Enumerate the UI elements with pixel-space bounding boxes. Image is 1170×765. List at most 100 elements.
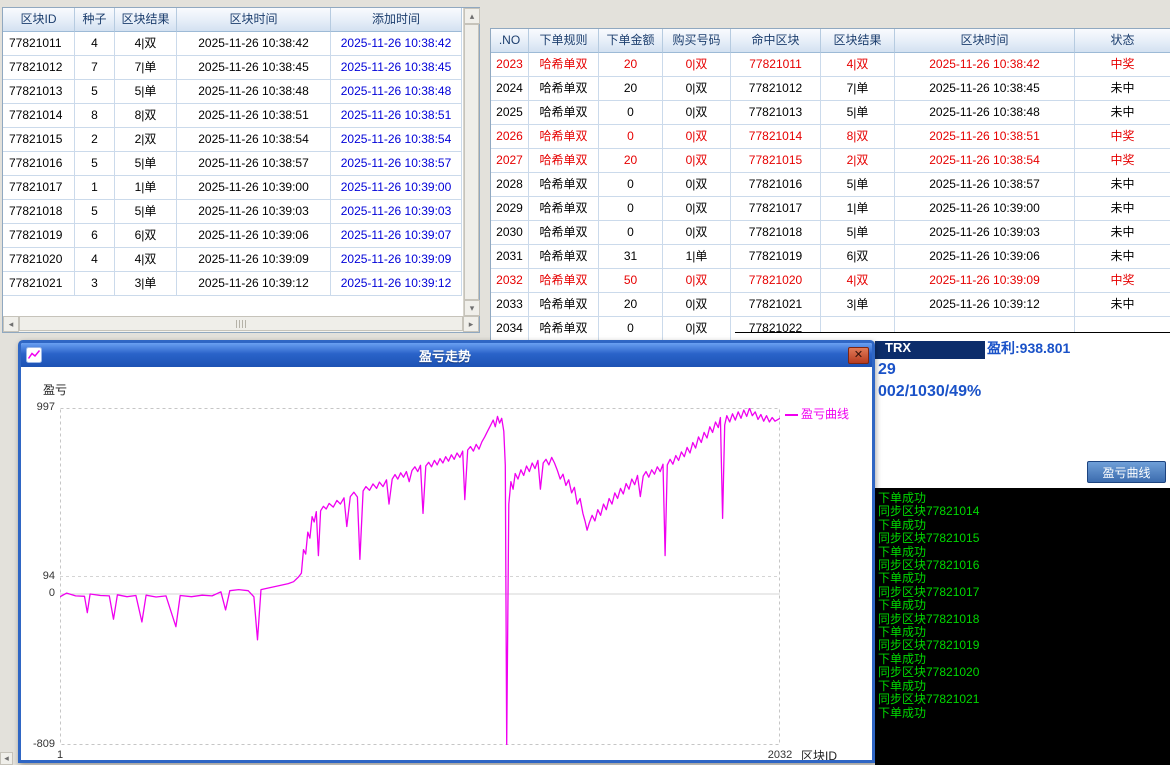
column-header[interactable]: 命中区块 bbox=[731, 29, 821, 53]
close-button[interactable]: ✕ bbox=[848, 347, 869, 364]
log-console: 下单成功同步区块77821014下单成功同步区块77821015下单成功同步区块… bbox=[875, 488, 1170, 765]
table-row[interactable]: 7782101277|单2025-11-26 10:38:452025-11-2… bbox=[3, 56, 463, 80]
table-cell: 2025-11-26 10:38:45 bbox=[177, 56, 331, 80]
table-row[interactable]: 7782101355|单2025-11-26 10:38:482025-11-2… bbox=[3, 80, 463, 104]
table-cell: 0 bbox=[599, 317, 663, 341]
table-row[interactable]: 7782101855|单2025-11-26 10:39:032025-11-2… bbox=[3, 200, 463, 224]
table-cell: 5 bbox=[75, 152, 115, 176]
column-header[interactable]: 下单金额 bbox=[599, 29, 663, 53]
table-cell: 2025-11-26 10:39:03 bbox=[177, 200, 331, 224]
table-row[interactable]: 7782101488|双2025-11-26 10:38:512025-11-2… bbox=[3, 104, 463, 128]
table-header-row: .NO下单规则下单金额购买号码命中区块区块结果区块时间状态 bbox=[491, 29, 1170, 53]
table-row[interactable]: 2032哈希单双500|双778210204|双2025-11-26 10:39… bbox=[491, 269, 1170, 293]
table-cell: 8|双 bbox=[115, 104, 177, 128]
table-cell: 未中 bbox=[1075, 245, 1170, 269]
column-header[interactable]: 状态 bbox=[1075, 29, 1170, 53]
table-row[interactable]: 2024哈希单双200|双778210127|单2025-11-26 10:38… bbox=[491, 77, 1170, 101]
bottom-left-scroll-button[interactable]: ◂ bbox=[0, 752, 13, 765]
table-cell: 中奖 bbox=[1075, 149, 1170, 173]
column-header[interactable]: 下单规则 bbox=[529, 29, 599, 53]
table-cell: 5 bbox=[75, 200, 115, 224]
table-cell: 未中 bbox=[1075, 221, 1170, 245]
scroll-thumb[interactable] bbox=[464, 24, 479, 300]
column-header[interactable]: 区块时间 bbox=[177, 8, 331, 32]
table-cell: 5 bbox=[75, 80, 115, 104]
window-titlebar[interactable]: 盈亏走势 ✕ bbox=[21, 343, 872, 367]
scroll-left-button[interactable]: ◂ bbox=[3, 316, 19, 332]
table-row[interactable]: 7782102044|双2025-11-26 10:39:092025-11-2… bbox=[3, 248, 463, 272]
table-row[interactable]: 2028哈希单双00|双778210165|单2025-11-26 10:38:… bbox=[491, 173, 1170, 197]
table-row[interactable]: 7782101966|双2025-11-26 10:39:062025-11-2… bbox=[3, 224, 463, 248]
column-header[interactable]: 区块时间 bbox=[895, 29, 1075, 53]
table-cell: 4|双 bbox=[821, 53, 895, 77]
scroll-down-button[interactable]: ▾ bbox=[464, 300, 480, 316]
table-row[interactable]: 7782101144|双2025-11-26 10:38:422025-11-2… bbox=[3, 32, 463, 56]
table-row[interactable]: 7782101655|单2025-11-26 10:38:572025-11-2… bbox=[3, 152, 463, 176]
table-row[interactable]: 2030哈希单双00|双778210185|单2025-11-26 10:39:… bbox=[491, 221, 1170, 245]
chart-legend: 盈亏曲线 bbox=[785, 405, 849, 422]
table-row[interactable]: 2033哈希单双200|双778210213|单2025-11-26 10:39… bbox=[491, 293, 1170, 317]
table-cell: 2024 bbox=[491, 77, 529, 101]
table-cell: 哈希单双 bbox=[529, 101, 599, 125]
table-row[interactable]: 2031哈希单双311|单778210196|双2025-11-26 10:39… bbox=[491, 245, 1170, 269]
table-cell: 0|双 bbox=[663, 317, 731, 341]
table-row[interactable]: 2027哈希单双200|双778210152|双2025-11-26 10:38… bbox=[491, 149, 1170, 173]
log-line: 下单成功 bbox=[878, 519, 1167, 532]
table-cell: 2027 bbox=[491, 149, 529, 173]
log-line: 同步区块77821015 bbox=[878, 532, 1167, 545]
stat-line-2: 002/1030/49% bbox=[878, 383, 981, 401]
table-cell: 2025-11-26 10:38:51 bbox=[177, 104, 331, 128]
table-cell: 2025-11-26 10:38:54 bbox=[331, 128, 462, 152]
table-cell: 2|双 bbox=[821, 149, 895, 173]
table-cell: 6 bbox=[75, 224, 115, 248]
column-header[interactable]: 区块结果 bbox=[821, 29, 895, 53]
table-cell: 未中 bbox=[1075, 173, 1170, 197]
table-cell: 2029 bbox=[491, 197, 529, 221]
table-cell: 5|单 bbox=[115, 200, 177, 224]
profit-curve-button[interactable]: 盈亏曲线 bbox=[1087, 461, 1166, 483]
log-line: 下单成功 bbox=[878, 626, 1167, 639]
x-axis-title: 区块ID bbox=[801, 747, 837, 760]
horizontal-scrollbar[interactable]: ◂ ▸ bbox=[3, 316, 479, 332]
table-cell: 2025-11-26 10:39:09 bbox=[331, 248, 462, 272]
column-header[interactable]: 购买号码 bbox=[663, 29, 731, 53]
table-cell: 2025-11-26 10:38:57 bbox=[895, 173, 1075, 197]
table-cell: 2026 bbox=[491, 125, 529, 149]
table-row[interactable]: 2029哈希单双00|双778210171|单2025-11-26 10:39:… bbox=[491, 197, 1170, 221]
x-tick-label: 2032 bbox=[765, 749, 795, 760]
table-cell: 2031 bbox=[491, 245, 529, 269]
column-header[interactable]: 种子 bbox=[75, 8, 115, 32]
table-cell: 4|双 bbox=[115, 248, 177, 272]
column-header[interactable]: 区块结果 bbox=[115, 8, 177, 32]
table-cell: 1 bbox=[75, 176, 115, 200]
table-row[interactable]: 2026哈希单双00|双778210148|双2025-11-26 10:38:… bbox=[491, 125, 1170, 149]
blocks-table-panel: 区块ID种子区块结果区块时间添加时间7782101144|双2025-11-26… bbox=[2, 7, 480, 333]
table-cell: 2025-11-26 10:39:07 bbox=[331, 224, 462, 248]
table-row[interactable]: 2025哈希单双00|双778210135|单2025-11-26 10:38:… bbox=[491, 101, 1170, 125]
table-cell: 哈希单双 bbox=[529, 317, 599, 341]
table-cell: 77821017 bbox=[3, 176, 75, 200]
scroll-up-button[interactable]: ▴ bbox=[464, 8, 480, 24]
scroll-thumb[interactable] bbox=[19, 316, 463, 331]
table-row[interactable]: 2023哈希单双200|双778210114|双2025-11-26 10:38… bbox=[491, 53, 1170, 77]
column-header[interactable]: 添加时间 bbox=[331, 8, 462, 32]
table-cell: 中奖 bbox=[1075, 125, 1170, 149]
table-row[interactable]: 7782101711|单2025-11-26 10:39:002025-11-2… bbox=[3, 176, 463, 200]
table-cell: 77821018 bbox=[3, 200, 75, 224]
table-cell: 未中 bbox=[1075, 197, 1170, 221]
profit-chart-window: 盈亏走势 ✕ 盈亏 盈亏曲线 区块ID 997940-80912032 bbox=[18, 340, 875, 763]
column-header[interactable]: .NO bbox=[491, 29, 529, 53]
table-cell: 77821017 bbox=[731, 197, 821, 221]
scroll-right-button[interactable]: ▸ bbox=[463, 316, 479, 332]
table-cell: 哈希单双 bbox=[529, 149, 599, 173]
log-line: 同步区块77821021 bbox=[878, 693, 1167, 706]
table-cell: 2025-11-26 10:38:57 bbox=[177, 152, 331, 176]
table-cell: 2025-11-26 10:38:48 bbox=[895, 101, 1075, 125]
table-row[interactable]: 7782102133|单2025-11-26 10:39:122025-11-2… bbox=[3, 272, 463, 296]
table-cell: 未中 bbox=[1075, 77, 1170, 101]
table-cell: 0|双 bbox=[663, 197, 731, 221]
blocks-table: 区块ID种子区块结果区块时间添加时间7782101144|双2025-11-26… bbox=[3, 8, 463, 316]
table-row[interactable]: 7782101522|双2025-11-26 10:38:542025-11-2… bbox=[3, 128, 463, 152]
column-header[interactable]: 区块ID bbox=[3, 8, 75, 32]
vertical-scrollbar[interactable]: ▴ ▾ bbox=[463, 8, 479, 316]
